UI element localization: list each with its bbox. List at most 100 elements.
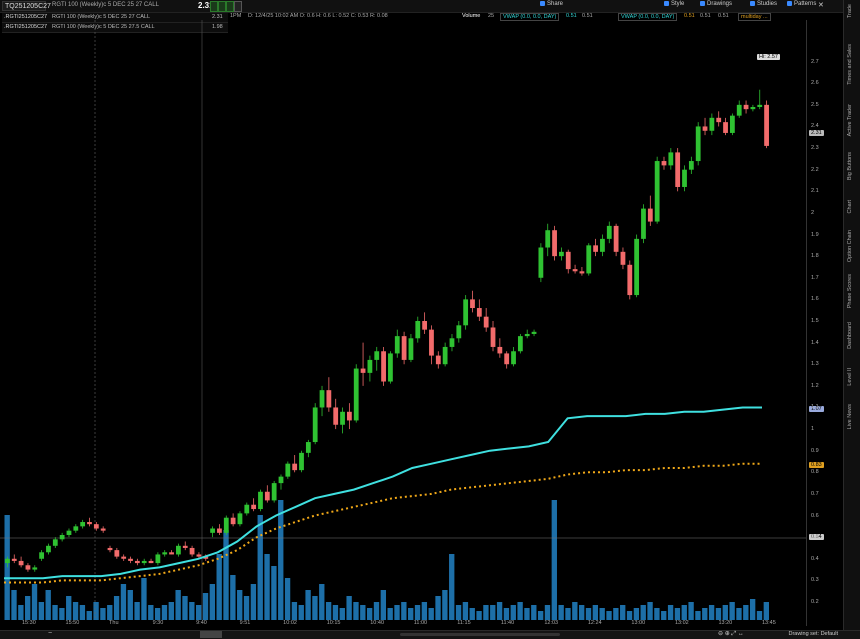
candle [93, 524, 99, 529]
sidebar-tab[interactable]: Active Trader [847, 104, 853, 136]
volume-bar [756, 611, 763, 620]
candle [661, 161, 667, 166]
chip-icon[interactable] [234, 1, 242, 12]
candle [429, 329, 434, 356]
scrollbar[interactable] [400, 633, 560, 636]
time-tick-label: 12:24 [587, 620, 602, 626]
candle [134, 560, 140, 564]
volume-bar [271, 566, 277, 620]
price-tick-label: 2.5 [811, 101, 819, 108]
studies-button[interactable]: Studies [750, 1, 777, 7]
sidebar-tab[interactable]: Trade [847, 4, 853, 18]
volume-bar [353, 602, 359, 620]
price-axis: Hi: 2.57 2.31 1.07 0.83 0.54 2.7 2.6 2.5 2.… [757, 20, 844, 626]
volume-bar [31, 584, 38, 620]
candle [114, 550, 120, 557]
candle [593, 245, 598, 252]
volume-bar [579, 605, 585, 620]
volume-bar [449, 554, 455, 620]
candle [264, 491, 270, 501]
close-icon[interactable]: ✕ [818, 1, 824, 9]
volume-bar [325, 602, 332, 620]
sidebar-tab[interactable]: Phase Scores [847, 274, 853, 308]
candle [647, 208, 653, 222]
candle [18, 560, 24, 566]
sidebar-tab[interactable]: Chart [847, 200, 853, 213]
vwap-lower-badge: 0.83 [809, 462, 824, 468]
symbol-input[interactable]: TQ251205C27 [2, 1, 51, 11]
volume-bar [585, 608, 592, 620]
volume-bar [640, 605, 646, 620]
volume-bar [18, 605, 24, 620]
price-tick-label: 1.1 [811, 404, 819, 411]
price-tick-label: 1.9 [811, 231, 819, 238]
volume-bar [278, 500, 284, 620]
price-tick-label: 0.9 [811, 447, 819, 454]
chip-icon[interactable] [226, 1, 234, 12]
volume-bar [196, 605, 202, 620]
style-button[interactable]: Style [664, 1, 684, 7]
price-tick-label: 0.6 [811, 512, 819, 519]
candle [442, 346, 448, 365]
volume-bar [592, 605, 599, 620]
volume-bar [387, 608, 393, 620]
volume-bar [565, 608, 571, 620]
volume-bar [38, 602, 45, 620]
volume-bar [216, 554, 222, 620]
sidebar-tab[interactable]: Option Chain [847, 230, 853, 262]
candle [729, 115, 735, 133]
patterns-button[interactable]: Patterns [787, 1, 816, 7]
sidebar-tab[interactable]: Live News [847, 404, 853, 429]
candle [292, 463, 298, 471]
volume-bar [25, 596, 31, 620]
volume-bar [442, 590, 448, 620]
volume-bar [620, 605, 626, 620]
sidebar-tab[interactable]: Times and Sales [847, 44, 853, 85]
volume-bar [182, 596, 188, 620]
minus-icon[interactable]: − [48, 630, 52, 637]
price-tick-label: 2.1 [811, 188, 819, 195]
volume-bar [715, 608, 722, 620]
candle [559, 251, 564, 257]
volume-bar [455, 605, 462, 620]
candle [736, 104, 742, 116]
volume-bar [202, 593, 209, 620]
volume-bar [237, 590, 243, 620]
candle [299, 452, 304, 471]
volume-bar [729, 602, 735, 620]
candle [258, 491, 263, 510]
candle [374, 351, 380, 360]
candle [353, 368, 359, 421]
chip-icon[interactable] [218, 1, 226, 12]
candle [305, 442, 311, 453]
ohlc-prefix: 1PM [230, 13, 242, 19]
share-button[interactable]: Share [540, 1, 563, 7]
volume-bar [661, 611, 667, 620]
volume-bar [394, 605, 400, 620]
sidebar-tab[interactable]: Level II [847, 368, 853, 386]
sidebar-tab[interactable]: Dashboard [847, 322, 853, 349]
vwap2-value: 0.51 [684, 13, 695, 19]
sidebar-tab[interactable]: Big Buttons [847, 152, 853, 180]
price-chart[interactable] [0, 20, 806, 620]
drawing-set-label[interactable]: Drawing set: Default [788, 631, 838, 637]
volume-bar [257, 515, 263, 620]
zoom-controls-icon[interactable]: ⊖ ⊕ ⤢ ↔ [718, 630, 744, 638]
pencil-icon [700, 1, 705, 6]
volume-bar [168, 602, 174, 620]
time-tick-label: 15:30 [22, 620, 36, 626]
vwap2-extra2: 0.51 [718, 13, 729, 19]
price-tick-label: 2.4 [811, 123, 819, 130]
time-tick-label: 13:45 [762, 620, 776, 626]
volume-bar [708, 605, 715, 620]
candle [654, 161, 660, 222]
chip-icon[interactable] [210, 1, 218, 12]
candle [394, 336, 400, 354]
symbol-description: RGTI 100 (Weekly)c 5 DEC 25 27 CALL [52, 2, 159, 8]
drawings-button[interactable]: Drawings [700, 1, 732, 7]
volume-bar [647, 602, 653, 620]
candle [531, 331, 537, 334]
candle [278, 476, 284, 484]
candle [52, 539, 58, 546]
volume-bar [490, 605, 496, 620]
